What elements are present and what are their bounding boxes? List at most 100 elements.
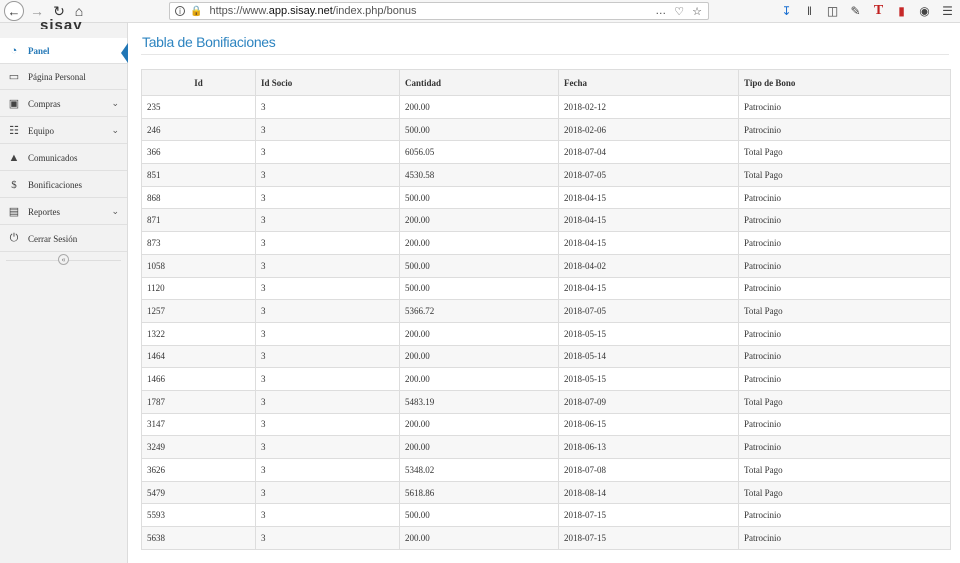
cell-fecha: 2018-04-15 [558, 276, 739, 301]
sidebar-item-compras[interactable]: ▣ Compras ⌄ [0, 91, 127, 117]
extension-red-icon[interactable]: ▮ [895, 4, 908, 18]
cell-fecha: 2018-05-14 [558, 344, 739, 369]
library-icon[interactable]: ‖ [803, 4, 816, 18]
cell-fecha: 2018-05-15 [558, 321, 739, 346]
cell-id-socio: 3 [255, 95, 400, 119]
cell-id: 1257 [141, 299, 256, 323]
cell-cantidad: 500.00 [399, 185, 559, 210]
cell-tipo-de-bono: Total Pago [738, 458, 951, 482]
cell-id: 5479 [141, 480, 256, 505]
sidebar-item-panel[interactable]: ◔ Panel [0, 38, 128, 64]
cell-id-socio: 3 [255, 117, 400, 142]
sidebar-item-pagina-personal[interactable]: ▭ Página Personal [0, 64, 127, 90]
table-row: 5479 3 5618.86 2018-08-14 Total Pago [141, 480, 951, 505]
sidebar: sisay ◔ Panel ▭ Página Personal ▣ Compra… [0, 17, 128, 563]
cell-fecha: 2018-08-14 [558, 480, 739, 505]
page-title: Tabla de Bonifiaciones [142, 34, 276, 50]
active-indicator [121, 43, 128, 63]
pocket-icon[interactable]: ♡ [674, 5, 684, 18]
cell-id-socio: 3 [255, 526, 400, 550]
cell-cantidad: 200.00 [399, 95, 559, 119]
cell-id: 1787 [141, 389, 256, 414]
cell-id: 1120 [141, 276, 256, 301]
cell-fecha: 2018-06-15 [558, 412, 739, 437]
monitor-icon: ▭ [8, 71, 20, 83]
logo: sisay [40, 17, 83, 29]
cell-cantidad: 6056.05 [399, 140, 559, 165]
sidebar-item-equipo[interactable]: ☷ Equipo ⌄ [0, 118, 127, 144]
sidebar-item-comunicados[interactable]: ▲ Comunicados [0, 145, 127, 171]
cell-fecha: 2018-07-04 [558, 140, 739, 165]
column-header-id-socio[interactable]: Id Socio [255, 69, 400, 96]
cell-id-socio: 3 [255, 458, 400, 482]
cell-cantidad: 5618.86 [399, 480, 559, 505]
menu-icon[interactable]: ☰ [941, 4, 954, 18]
text-extension-icon[interactable]: T [872, 3, 885, 19]
url-domain: app.sisay.net [268, 5, 333, 17]
cell-tipo-de-bono: Total Pago [738, 389, 951, 414]
cell-tipo-de-bono: Patrocinio [738, 185, 951, 210]
table-row: 1120 3 500.00 2018-04-15 Patrocinio [141, 276, 951, 301]
column-header-id[interactable]: Id [141, 69, 256, 96]
cell-id: 868 [141, 185, 256, 210]
sidebar-item-label: Reportes [28, 206, 60, 217]
sidebar-item-reportes[interactable]: ▤ Reportes ⌄ [0, 199, 127, 225]
table-row: 366 3 6056.05 2018-07-04 Total Pago [141, 140, 951, 165]
main-content: Tabla de Bonifiaciones Id Id Socio Canti… [128, 23, 960, 563]
report-icon: ▤ [8, 206, 20, 218]
sidebar-item-label: Cerrar Sesión [28, 233, 78, 244]
sidebar-item-label: Panel [28, 45, 50, 56]
bookmark-star-icon[interactable]: ☆ [692, 5, 702, 18]
table-header-row: Id Id Socio Cantidad Fecha Tipo de Bono [141, 69, 951, 96]
column-header-tipo-de-bono[interactable]: Tipo de Bono [738, 69, 951, 96]
eyedropper-icon[interactable]: ✎ [849, 4, 862, 18]
cell-id-socio: 3 [255, 435, 400, 459]
more-icon[interactable]: … [655, 5, 666, 18]
cell-tipo-de-bono: Total Pago [738, 140, 951, 165]
table-row: 235 3 200.00 2018-02-12 Patrocinio [141, 95, 951, 119]
extension-icon[interactable]: ◉ [918, 4, 931, 18]
sidebar-item-label: Página Personal [28, 71, 86, 82]
address-bar[interactable]: i 🔒 https://www.app.sisay.net/index.php/… [169, 2, 709, 20]
table-row: 1787 3 5483.19 2018-07-09 Total Pago [141, 389, 951, 414]
url-prefix: https://www. [209, 5, 269, 17]
url-text[interactable]: https://www.app.sisay.net/index.php/bonu… [209, 5, 416, 17]
cell-id-socio: 3 [255, 503, 400, 528]
sidebar-item-label: Bonificaciones [28, 179, 82, 190]
cell-fecha: 2018-02-12 [558, 95, 739, 119]
cell-fecha: 2018-04-15 [558, 208, 739, 233]
sidebar-item-label: Equipo [28, 125, 54, 136]
cell-cantidad: 5348.02 [399, 458, 559, 482]
table-row: 1058 3 500.00 2018-04-02 Patrocinio [141, 253, 951, 278]
cell-id-socio: 3 [255, 163, 400, 187]
back-arrow-icon[interactable]: ← [4, 1, 24, 21]
table-row: 3626 3 5348.02 2018-07-08 Total Pago [141, 458, 951, 482]
sidebar-item-bonificaciones[interactable]: $ Bonificaciones [0, 172, 127, 198]
table-row: 246 3 500.00 2018-02-06 Patrocinio [141, 117, 951, 142]
table-row: 1464 3 200.00 2018-05-14 Patrocinio [141, 344, 951, 369]
sidebar-item-label: Compras [28, 98, 61, 109]
cell-id-socio: 3 [255, 412, 400, 437]
download-icon[interactable]: ↧ [780, 4, 793, 18]
column-header-fecha[interactable]: Fecha [558, 69, 739, 96]
cell-id: 1322 [141, 321, 256, 346]
cell-tipo-de-bono: Patrocinio [738, 503, 951, 528]
cell-fecha: 2018-07-09 [558, 389, 739, 414]
cell-id-socio: 3 [255, 185, 400, 210]
cell-id-socio: 3 [255, 231, 400, 255]
cell-tipo-de-bono: Patrocinio [738, 95, 951, 119]
cell-fecha: 2018-07-08 [558, 458, 739, 482]
megaphone-icon: ▲ [8, 151, 20, 164]
chevron-down-icon: ⌄ [111, 125, 119, 135]
table-row: 1257 3 5366.72 2018-07-05 Total Pago [141, 299, 951, 323]
collapse-sidebar-icon[interactable]: « [58, 254, 69, 265]
cell-cantidad: 500.00 [399, 117, 559, 142]
cell-id: 3147 [141, 412, 256, 437]
sidebar-toggle-icon[interactable]: ◫ [826, 4, 839, 18]
column-header-cantidad[interactable]: Cantidad [399, 69, 559, 96]
info-icon[interactable]: i [175, 6, 185, 16]
cell-tipo-de-bono: Patrocinio [738, 253, 951, 278]
cell-id-socio: 3 [255, 344, 400, 369]
cell-id-socio: 3 [255, 367, 400, 391]
sidebar-item-cerrar-sesion[interactable]: ⏻ Cerrar Sesión [0, 226, 127, 252]
